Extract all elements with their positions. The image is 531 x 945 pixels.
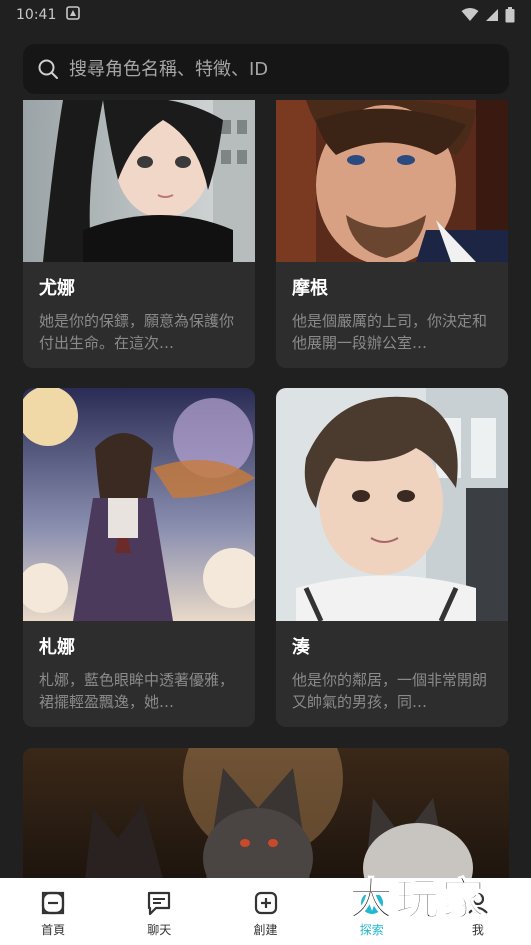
search-icon	[37, 58, 59, 80]
character-grid: 尤娜 她是你的保鏢，願意為保護你付出生命。在這次… 摩根 他是個嚴厲的上司，你決…	[0, 100, 531, 878]
character-description: 他是你的鄰居，一個非常開朗又帥氣的男孩，同…	[292, 671, 488, 711]
home-icon	[41, 891, 65, 915]
status-bar: 10:41	[0, 0, 531, 30]
nav-label: 聊天	[147, 923, 172, 937]
character-name: 湊	[292, 637, 310, 658]
nav-item-create[interactable]: 創建	[212, 878, 318, 945]
character-portrait	[23, 100, 255, 262]
svg-text:大玩家: 大玩家	[349, 874, 487, 925]
character-description: 他是個嚴厲的上司，你決定和他展開一段辦公室…	[292, 312, 488, 352]
nav-item-chat[interactable]: 聊天	[106, 878, 212, 945]
character-portrait	[23, 388, 255, 621]
character-card[interactable]: 尤娜 她是你的保鏢，願意為保護你付出生命。在這次…	[23, 100, 255, 368]
status-time: 10:41	[16, 7, 57, 23]
character-name: 摩根	[292, 278, 328, 299]
character-portrait	[276, 388, 508, 621]
character-name: 尤娜	[39, 278, 75, 299]
watermark-logo: 大玩家	[345, 866, 515, 926]
character-name: 札娜	[39, 637, 75, 658]
signal-icon	[485, 8, 499, 22]
create-icon	[254, 891, 277, 915]
search-input[interactable]	[69, 58, 479, 80]
character-portrait	[23, 748, 509, 878]
nav-item-home[interactable]: 首頁	[0, 878, 106, 945]
wifi-icon	[461, 8, 479, 22]
chat-icon	[148, 891, 171, 916]
battery-icon	[505, 7, 515, 23]
character-card[interactable]: 札娜 札娜，藍色眼眸中透著優雅，裙擺輕盈飄逸，她…	[23, 388, 255, 727]
nav-label: 創建	[253, 923, 278, 937]
notification-icon	[66, 6, 81, 24]
character-card[interactable]: 摩根 他是個嚴厲的上司，你決定和他展開一段辦公室…	[276, 100, 508, 368]
search-bar[interactable]	[23, 44, 509, 94]
character-portrait	[276, 100, 508, 262]
character-description: 札娜，藍色眼眸中透著優雅，裙擺輕盈飄逸，她…	[39, 671, 235, 711]
nav-label: 首頁	[41, 923, 66, 937]
character-card[interactable]	[23, 748, 509, 878]
character-description: 她是你的保鏢，願意為保護你付出生命。在這次…	[39, 312, 235, 352]
character-card[interactable]: 湊 他是你的鄰居，一個非常開朗又帥氣的男孩，同…	[276, 388, 508, 727]
